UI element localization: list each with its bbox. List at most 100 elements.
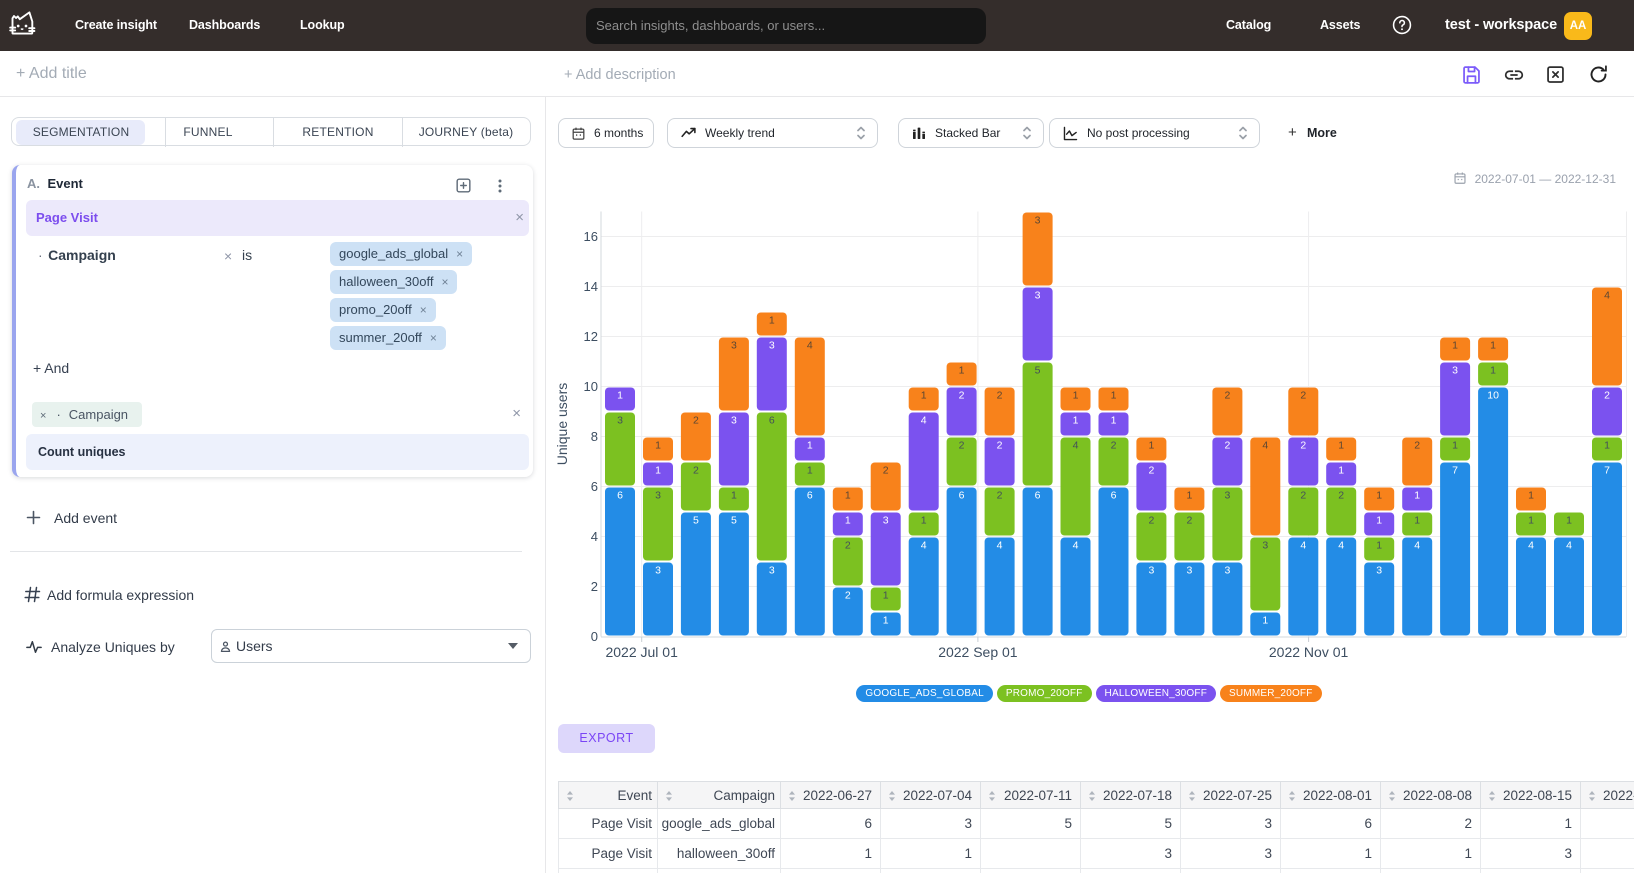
svg-text:1: 1 [1490, 340, 1496, 352]
svg-text:5: 5 [693, 515, 699, 527]
svg-text:1: 1 [731, 490, 737, 502]
svg-text:1: 1 [1186, 490, 1192, 502]
svg-text:3: 3 [655, 565, 661, 577]
svg-text:4: 4 [1262, 440, 1268, 452]
svg-text:2: 2 [1224, 390, 1230, 402]
svg-text:1: 1 [845, 490, 851, 502]
svg-text:8: 8 [591, 429, 598, 444]
svg-text:3: 3 [769, 565, 775, 577]
svg-text:2022 Nov 01: 2022 Nov 01 [1269, 644, 1349, 660]
svg-text:2: 2 [959, 440, 965, 452]
svg-text:4: 4 [1073, 440, 1079, 452]
svg-text:0: 0 [591, 629, 598, 644]
svg-text:4: 4 [1604, 290, 1610, 302]
svg-text:2022 Sep 01: 2022 Sep 01 [938, 644, 1018, 660]
svg-text:2: 2 [1224, 440, 1230, 452]
svg-text:1: 1 [1414, 490, 1420, 502]
svg-text:1: 1 [769, 315, 775, 327]
svg-text:2: 2 [883, 465, 889, 477]
svg-text:3: 3 [731, 415, 737, 427]
svg-text:6: 6 [1111, 490, 1117, 502]
svg-text:4: 4 [1300, 540, 1306, 552]
svg-text:2: 2 [845, 590, 851, 602]
svg-text:Unique users: Unique users [556, 383, 570, 466]
svg-text:3: 3 [1035, 290, 1041, 302]
svg-text:6: 6 [959, 490, 965, 502]
svg-text:2: 2 [1338, 490, 1344, 502]
svg-text:1: 1 [845, 515, 851, 527]
svg-text:1: 1 [1073, 390, 1079, 402]
svg-text:1: 1 [655, 465, 661, 477]
svg-text:1: 1 [1490, 365, 1496, 377]
svg-text:2: 2 [1148, 515, 1154, 527]
svg-text:1: 1 [807, 465, 813, 477]
svg-text:4: 4 [997, 540, 1003, 552]
svg-text:4: 4 [1073, 540, 1079, 552]
svg-text:4: 4 [591, 529, 598, 544]
svg-text:10: 10 [584, 379, 598, 394]
svg-text:1: 1 [921, 390, 927, 402]
svg-text:2: 2 [959, 390, 965, 402]
svg-text:2: 2 [693, 465, 699, 477]
svg-text:3: 3 [883, 515, 889, 527]
svg-text:2: 2 [1300, 440, 1306, 452]
svg-text:3: 3 [1224, 565, 1230, 577]
svg-text:1: 1 [959, 365, 965, 377]
svg-text:5: 5 [1035, 365, 1041, 377]
svg-text:1: 1 [1528, 490, 1534, 502]
svg-text:2: 2 [1300, 390, 1306, 402]
svg-text:1: 1 [1338, 440, 1344, 452]
svg-text:3: 3 [1186, 565, 1192, 577]
svg-text:3: 3 [769, 340, 775, 352]
svg-text:1: 1 [1111, 415, 1117, 427]
svg-text:2: 2 [1186, 515, 1192, 527]
svg-text:1: 1 [1376, 490, 1382, 502]
svg-text:6: 6 [591, 479, 598, 494]
svg-text:6: 6 [617, 490, 623, 502]
svg-text:3: 3 [655, 490, 661, 502]
svg-text:6: 6 [807, 490, 813, 502]
svg-text:7: 7 [1452, 465, 1458, 477]
svg-text:2: 2 [997, 390, 1003, 402]
svg-text:1: 1 [1073, 415, 1079, 427]
svg-text:1: 1 [1528, 515, 1534, 527]
svg-text:3: 3 [1452, 365, 1458, 377]
svg-text:3: 3 [1262, 540, 1268, 552]
svg-text:2022 Jul 01: 2022 Jul 01 [605, 644, 678, 660]
svg-text:4: 4 [921, 415, 927, 427]
svg-text:2: 2 [1604, 390, 1610, 402]
svg-text:1: 1 [1111, 390, 1117, 402]
svg-text:1: 1 [1414, 515, 1420, 527]
svg-text:6: 6 [769, 415, 775, 427]
svg-text:7: 7 [1604, 465, 1610, 477]
svg-text:3: 3 [1035, 215, 1041, 227]
svg-text:1: 1 [1604, 440, 1610, 452]
svg-text:4: 4 [1414, 540, 1420, 552]
svg-text:4: 4 [1566, 540, 1572, 552]
svg-text:1: 1 [807, 440, 813, 452]
svg-text:3: 3 [617, 415, 623, 427]
svg-text:1: 1 [1338, 465, 1344, 477]
svg-text:2: 2 [1111, 440, 1117, 452]
svg-text:3: 3 [1376, 565, 1382, 577]
svg-text:1: 1 [1566, 515, 1572, 527]
svg-text:3: 3 [1224, 490, 1230, 502]
svg-text:4: 4 [1338, 540, 1344, 552]
svg-text:16: 16 [584, 229, 598, 244]
svg-text:1: 1 [1452, 340, 1458, 352]
svg-text:4: 4 [1528, 540, 1534, 552]
svg-text:1: 1 [1376, 515, 1382, 527]
svg-text:1: 1 [883, 590, 889, 602]
svg-text:1: 1 [1452, 440, 1458, 452]
svg-text:6: 6 [1035, 490, 1041, 502]
svg-text:2: 2 [591, 579, 598, 594]
svg-text:3: 3 [731, 340, 737, 352]
svg-text:10: 10 [1487, 390, 1499, 402]
svg-text:2: 2 [1414, 440, 1420, 452]
svg-text:1: 1 [1262, 615, 1268, 627]
svg-text:1: 1 [883, 615, 889, 627]
svg-text:5: 5 [731, 515, 737, 527]
svg-text:1: 1 [655, 440, 661, 452]
svg-text:2: 2 [997, 490, 1003, 502]
svg-text:12: 12 [584, 329, 598, 344]
